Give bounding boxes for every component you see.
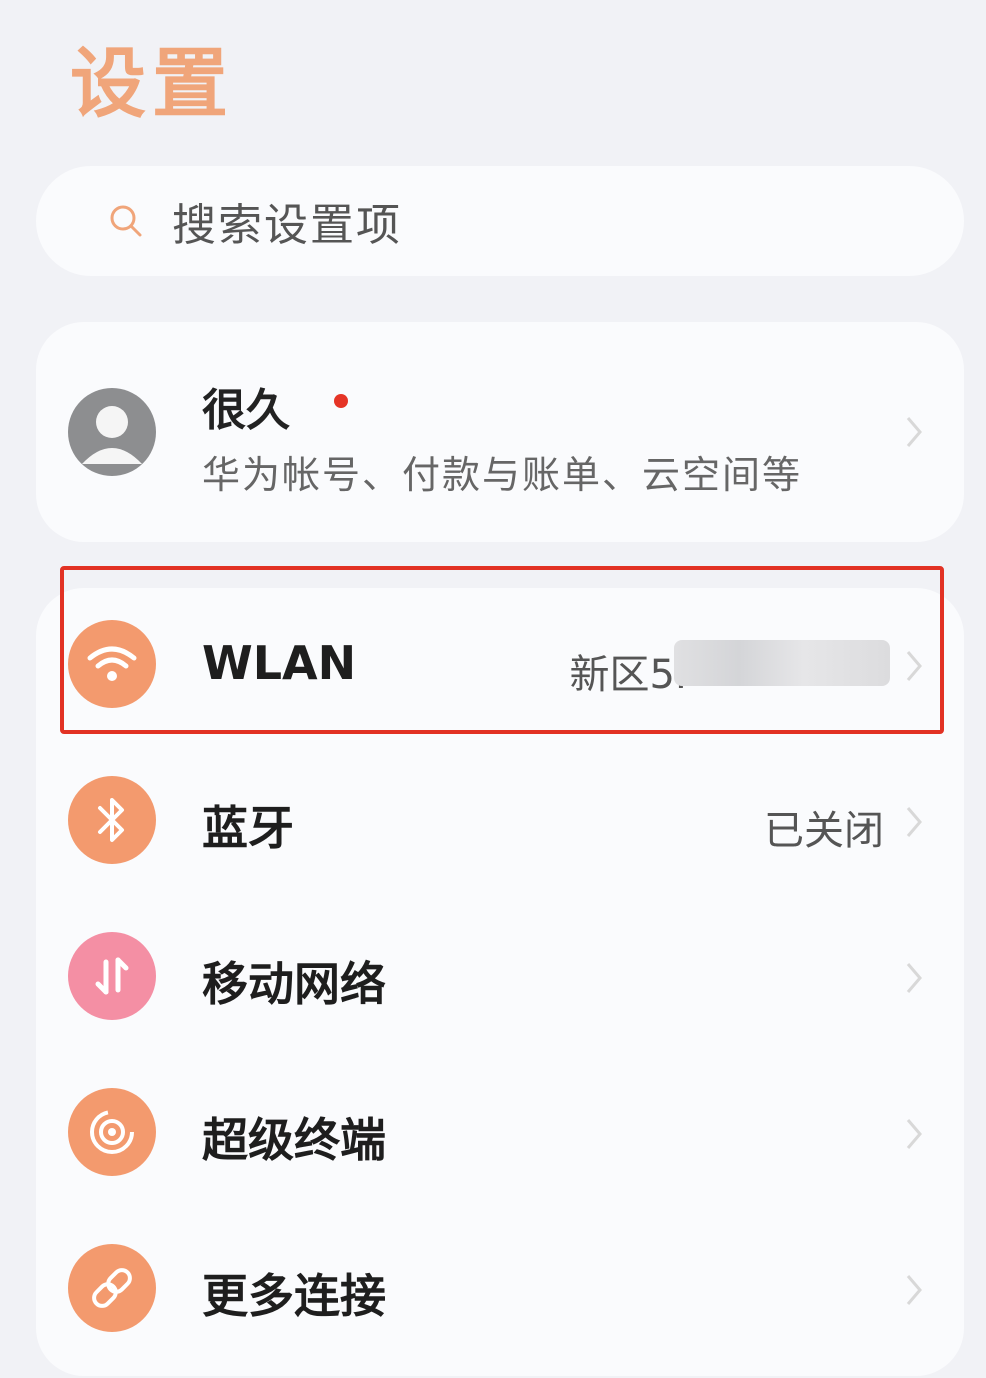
search-placeholder: 搜索设置项	[172, 200, 402, 251]
settings-item-more-connections[interactable]: 更多连接	[36, 1212, 964, 1368]
page-title: 设置	[70, 39, 234, 128]
settings-item-label: 蓝牙	[202, 801, 294, 855]
chevron-right-icon	[906, 963, 922, 993]
settings-item-label: 更多连接	[202, 1269, 386, 1323]
mobile-data-icon	[68, 932, 156, 1020]
user-icon	[82, 406, 142, 464]
bluetooth-icon	[68, 776, 156, 864]
search-icon	[110, 205, 142, 237]
chevron-right-icon	[906, 807, 922, 837]
account-card[interactable]: 很久 华为帐号、付款与账单、云空间等	[36, 322, 964, 542]
search-bar[interactable]: 搜索设置项	[36, 166, 964, 276]
chevron-right-icon	[906, 417, 922, 447]
notification-dot	[334, 394, 348, 408]
chevron-right-icon	[906, 1119, 922, 1149]
account-name: 很久	[202, 385, 290, 436]
chevron-right-icon	[906, 1275, 922, 1305]
bluetooth-status: 已关闭	[764, 808, 884, 854]
highlight-box	[60, 566, 944, 734]
settings-item-label: 超级终端	[202, 1113, 386, 1167]
settings-item-bluetooth[interactable]: 蓝牙 已关闭	[36, 744, 964, 900]
link-icon	[68, 1244, 156, 1332]
account-subtitle: 华为帐号、付款与账单、云空间等	[202, 453, 803, 497]
settings-item-super-device[interactable]: 超级终端	[36, 1056, 964, 1212]
avatar	[68, 388, 156, 476]
settings-item-mobile-network[interactable]: 移动网络	[36, 900, 964, 1056]
settings-item-label: 移动网络	[202, 957, 386, 1011]
super-device-icon	[68, 1088, 156, 1176]
